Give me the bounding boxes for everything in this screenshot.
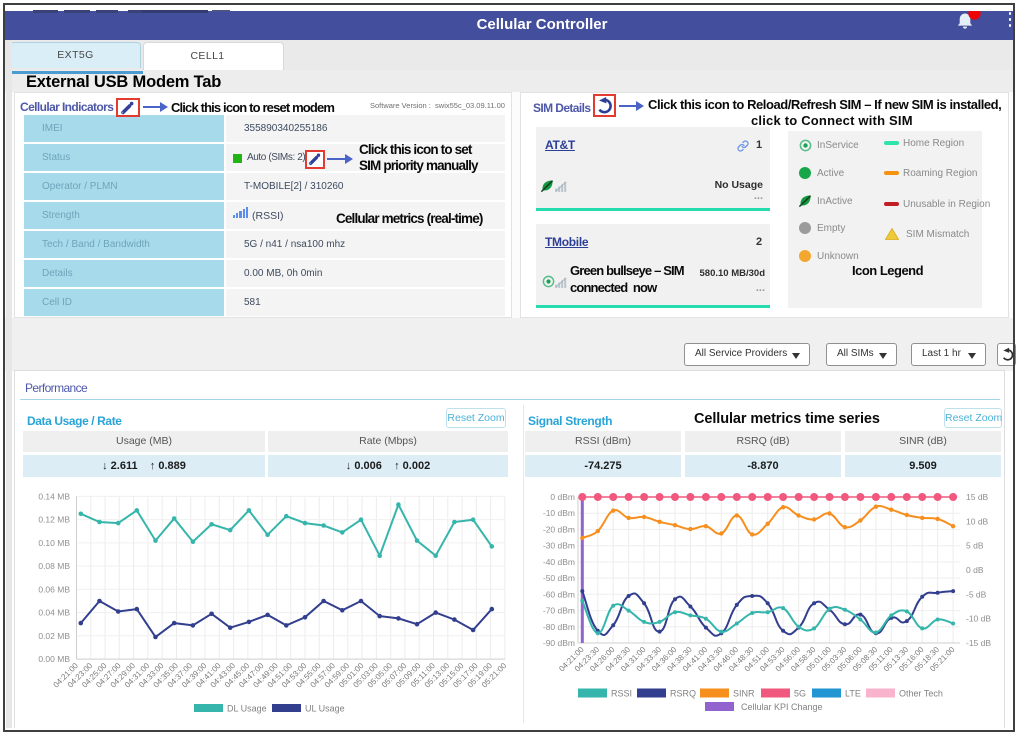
svg-text:-40 dBm: -40 dBm [543, 557, 575, 567]
svg-text:SINR: SINR [733, 689, 755, 699]
svg-text:10 dB: 10 dB [966, 516, 989, 526]
svg-text:0.00 MB: 0.00 MB [38, 654, 70, 664]
svg-text:-10 dBm: -10 dBm [543, 508, 575, 518]
svg-text:0.12 MB: 0.12 MB [38, 515, 70, 525]
svg-text:RSRQ: RSRQ [670, 689, 696, 699]
svg-text:Other Tech: Other Tech [899, 689, 943, 699]
svg-text:5 dB: 5 dB [966, 541, 984, 551]
svg-text:0.04 MB: 0.04 MB [38, 608, 70, 618]
svg-text:-60 dBm: -60 dBm [543, 589, 575, 599]
svg-text:-30 dBm: -30 dBm [543, 541, 575, 551]
svg-text:-70 dBm: -70 dBm [543, 606, 575, 616]
svg-text:-5 dB: -5 dB [966, 589, 987, 599]
svg-text:0 dB: 0 dB [966, 565, 984, 575]
svg-text:0.10 MB: 0.10 MB [38, 538, 70, 548]
svg-text:-50 dBm: -50 dBm [543, 573, 575, 583]
svg-text:0.02 MB: 0.02 MB [38, 631, 70, 641]
svg-text:UL Usage: UL Usage [305, 704, 345, 714]
svg-text:0 dBm: 0 dBm [550, 492, 575, 502]
svg-text:15 dB: 15 dB [966, 492, 989, 502]
svg-text:0.14 MB: 0.14 MB [38, 491, 70, 501]
svg-text:Cellular KPI Change: Cellular KPI Change [741, 702, 823, 712]
svg-text:-80 dBm: -80 dBm [543, 622, 575, 632]
svg-text:0.06 MB: 0.06 MB [38, 584, 70, 594]
svg-text:-10 dB: -10 dB [966, 614, 991, 624]
svg-text:-15 dB: -15 dB [966, 638, 991, 648]
svg-text:DL Usage: DL Usage [227, 704, 267, 714]
svg-text:LTE: LTE [845, 689, 861, 699]
svg-text:5G: 5G [794, 689, 806, 699]
svg-text:-20 dBm: -20 dBm [543, 524, 575, 534]
svg-text:-90 dBm: -90 dBm [543, 638, 575, 648]
svg-text:0.08 MB: 0.08 MB [38, 561, 70, 571]
svg-text:RSSI: RSSI [611, 689, 632, 699]
